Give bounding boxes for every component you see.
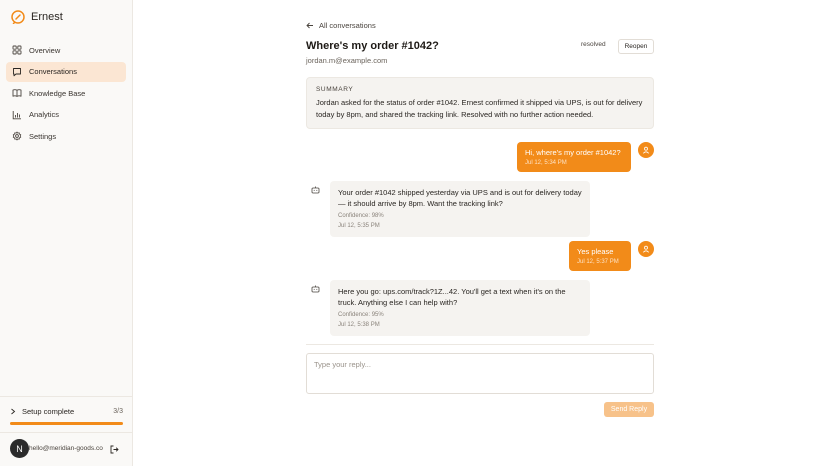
setup-progress[interactable]: Setup complete 3/3 — [0, 396, 133, 425]
ernest-logo-icon — [11, 10, 25, 24]
reopen-button[interactable]: Reopen — [618, 39, 654, 54]
sidebar-item-label: Overview — [29, 45, 61, 55]
reply-input[interactable] — [306, 353, 654, 394]
sidebar-item-overview[interactable]: Overview — [6, 40, 126, 60]
sidebar: Ernest Overview Conversations Knowledge … — [0, 0, 133, 466]
account-email: hello@meridian-goods.com — [29, 445, 103, 452]
chat-icon — [12, 67, 22, 77]
bot-icon — [311, 285, 320, 293]
sidebar-item-settings[interactable]: Settings — [6, 126, 126, 146]
message-text: Yes please — [577, 247, 614, 256]
setup-count: 3/3 — [113, 408, 123, 415]
setup-progress-fill — [10, 422, 123, 425]
book-icon — [12, 88, 22, 98]
arrow-left-icon — [306, 22, 313, 29]
summary-card: SUMMARY Jordan asked for the status of o… — [306, 77, 654, 129]
message-time: Jul 12, 5:34 PM — [525, 160, 567, 166]
avatar[interactable]: N — [10, 439, 29, 458]
summary-text: Jordan asked for the status of order #10… — [316, 98, 643, 119]
setup-progress-bar — [10, 422, 123, 425]
composer-divider — [306, 344, 654, 345]
logout-icon[interactable] — [110, 445, 119, 454]
back-link[interactable]: All conversations — [306, 21, 376, 30]
user-message: Yes please Jul 12, 5:37 PM — [569, 241, 631, 271]
sidebar-item-conversations[interactable]: Conversations — [6, 61, 126, 82]
message-text: Your order #1042 shipped yesterday via U… — [338, 188, 582, 208]
app: Ernest Overview Conversations Knowledge … — [0, 0, 828, 466]
sidebar-item-label: Conversations — [29, 67, 77, 76]
sidebar-item-label: Knowledge Base — [29, 88, 86, 98]
message-text: Hi, where's my order #1042? — [525, 148, 621, 157]
sidebar-item-label: Settings — [29, 131, 57, 141]
summary-label: SUMMARY — [316, 86, 354, 93]
setup-row: Setup complete 3/3 — [10, 407, 123, 416]
user-message: Hi, where's my order #1042? Jul 12, 5:34… — [517, 142, 631, 172]
customer-email: jordan.m@example.com — [306, 56, 388, 65]
user-avatar — [638, 142, 654, 158]
sidebar-item-knowledge-base[interactable]: Knowledge Base — [6, 83, 126, 103]
user-icon — [643, 245, 649, 253]
grid-icon — [12, 45, 22, 55]
sidebar-nav: Overview Conversations Knowledge Base An… — [6, 40, 126, 148]
gear-icon — [12, 131, 22, 141]
back-label: All conversations — [319, 21, 376, 30]
setup-left: Setup complete — [10, 407, 74, 416]
bot-icon — [311, 186, 320, 194]
page-title: Where's my order #1042? — [306, 40, 439, 52]
setup-label: Setup complete — [22, 407, 75, 416]
user-avatar — [638, 241, 654, 257]
message-text: Here you go: ups.com/track?1Z...42. You'… — [338, 287, 566, 307]
chevron-right-icon — [11, 408, 16, 415]
status-badge: resolved — [581, 41, 606, 48]
sidebar-item-label: Analytics — [29, 110, 60, 119]
brand-name: Ernest — [31, 11, 63, 23]
account-footer: N hello@meridian-goods.com — [0, 432, 133, 466]
message-confidence: Confidence: 95% — [338, 312, 384, 318]
message-confidence: Confidence: 98% — [338, 213, 384, 219]
user-icon — [643, 146, 649, 154]
message-time: Jul 12, 5:38 PM — [338, 322, 380, 328]
bot-message: Your order #1042 shipped yesterday via U… — [330, 181, 590, 237]
message-time: Jul 12, 5:35 PM — [338, 223, 380, 229]
bar-chart-icon — [12, 110, 22, 120]
brand[interactable]: Ernest — [11, 10, 63, 24]
send-reply-button[interactable]: Send Reply — [604, 402, 654, 417]
sidebar-item-analytics[interactable]: Analytics — [6, 105, 126, 125]
message-time: Jul 12, 5:37 PM — [577, 259, 619, 265]
conversation-pane: All conversations Where's my order #1042… — [133, 0, 828, 466]
bot-message: Here you go: ups.com/track?1Z...42. You'… — [330, 280, 590, 336]
